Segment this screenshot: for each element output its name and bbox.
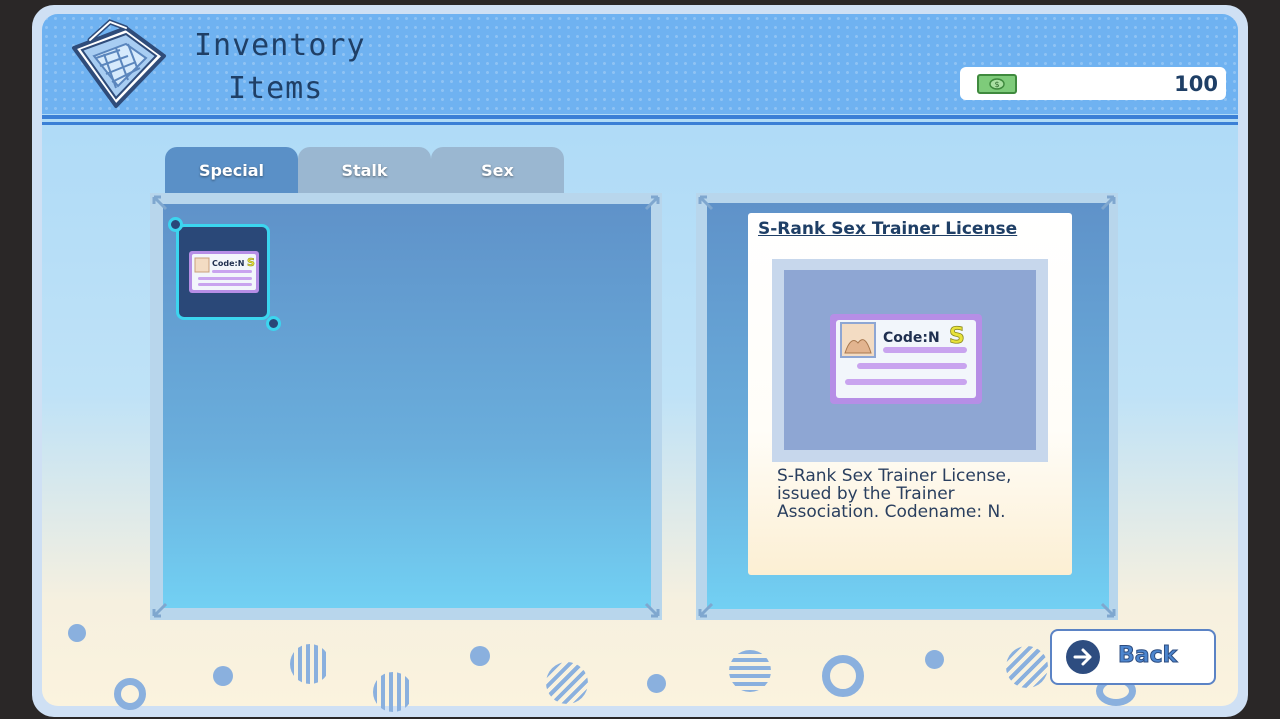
tab-stalk[interactable]: Stalk (298, 147, 431, 194)
arrow-right-icon (1066, 640, 1100, 674)
decor-dot (647, 674, 666, 693)
decor-striped-circle (290, 644, 330, 684)
decor-ring (114, 678, 146, 710)
decor-striped-circle (729, 650, 771, 692)
back-button[interactable]: Back (1050, 629, 1216, 685)
corner-bracket-icon (698, 602, 714, 618)
corner-bracket-icon (152, 602, 168, 618)
corner-bracket-icon (152, 195, 168, 211)
title-line-1: Inventory (194, 28, 366, 63)
item-name: S-Rank Sex Trainer License (758, 219, 1018, 239)
money-bill-icon: $ (977, 74, 1017, 94)
money-display: $ 100 (960, 67, 1226, 100)
basket-icon (72, 19, 166, 108)
decor-dot (213, 666, 233, 686)
tab-special[interactable]: Special (165, 147, 298, 194)
detail-card-rank: S (949, 324, 965, 349)
corner-bracket-icon (644, 195, 660, 211)
header-divider (42, 122, 1238, 125)
corner-bracket-icon (698, 195, 714, 211)
slot-card-rank: S (247, 256, 255, 269)
back-button-label: Back (1117, 643, 1178, 669)
money-amount: 100 (1174, 72, 1218, 96)
inventory-slot[interactable]: Code:N S (176, 224, 270, 320)
decor-ring (822, 655, 864, 697)
corner-bracket-icon (644, 602, 660, 618)
slot-card-code: Code:N (212, 259, 244, 268)
decor-dot (925, 650, 944, 669)
decor-dot (470, 646, 490, 666)
license-card-icon: Code:N S (189, 251, 259, 293)
decor-dot (68, 624, 86, 642)
title-line-2: Items (228, 71, 324, 106)
decor-striped-circle (373, 672, 413, 712)
decor-striped-circle (1006, 646, 1048, 688)
detail-card-code: Code:N (883, 330, 940, 346)
decor-striped-circle (546, 662, 588, 704)
corner-bracket-icon (1100, 602, 1116, 618)
tab-sex[interactable]: Sex (431, 147, 564, 194)
svg-text:$: $ (994, 80, 999, 89)
license-card-icon: Code:N S (830, 314, 982, 404)
corner-bracket-icon (1100, 195, 1116, 211)
item-description: S-Rank Sex Trainer License, issued by th… (777, 466, 1012, 522)
slot-corner-dot (266, 316, 281, 331)
header-divider (42, 115, 1238, 119)
slot-corner-dot (168, 217, 183, 232)
